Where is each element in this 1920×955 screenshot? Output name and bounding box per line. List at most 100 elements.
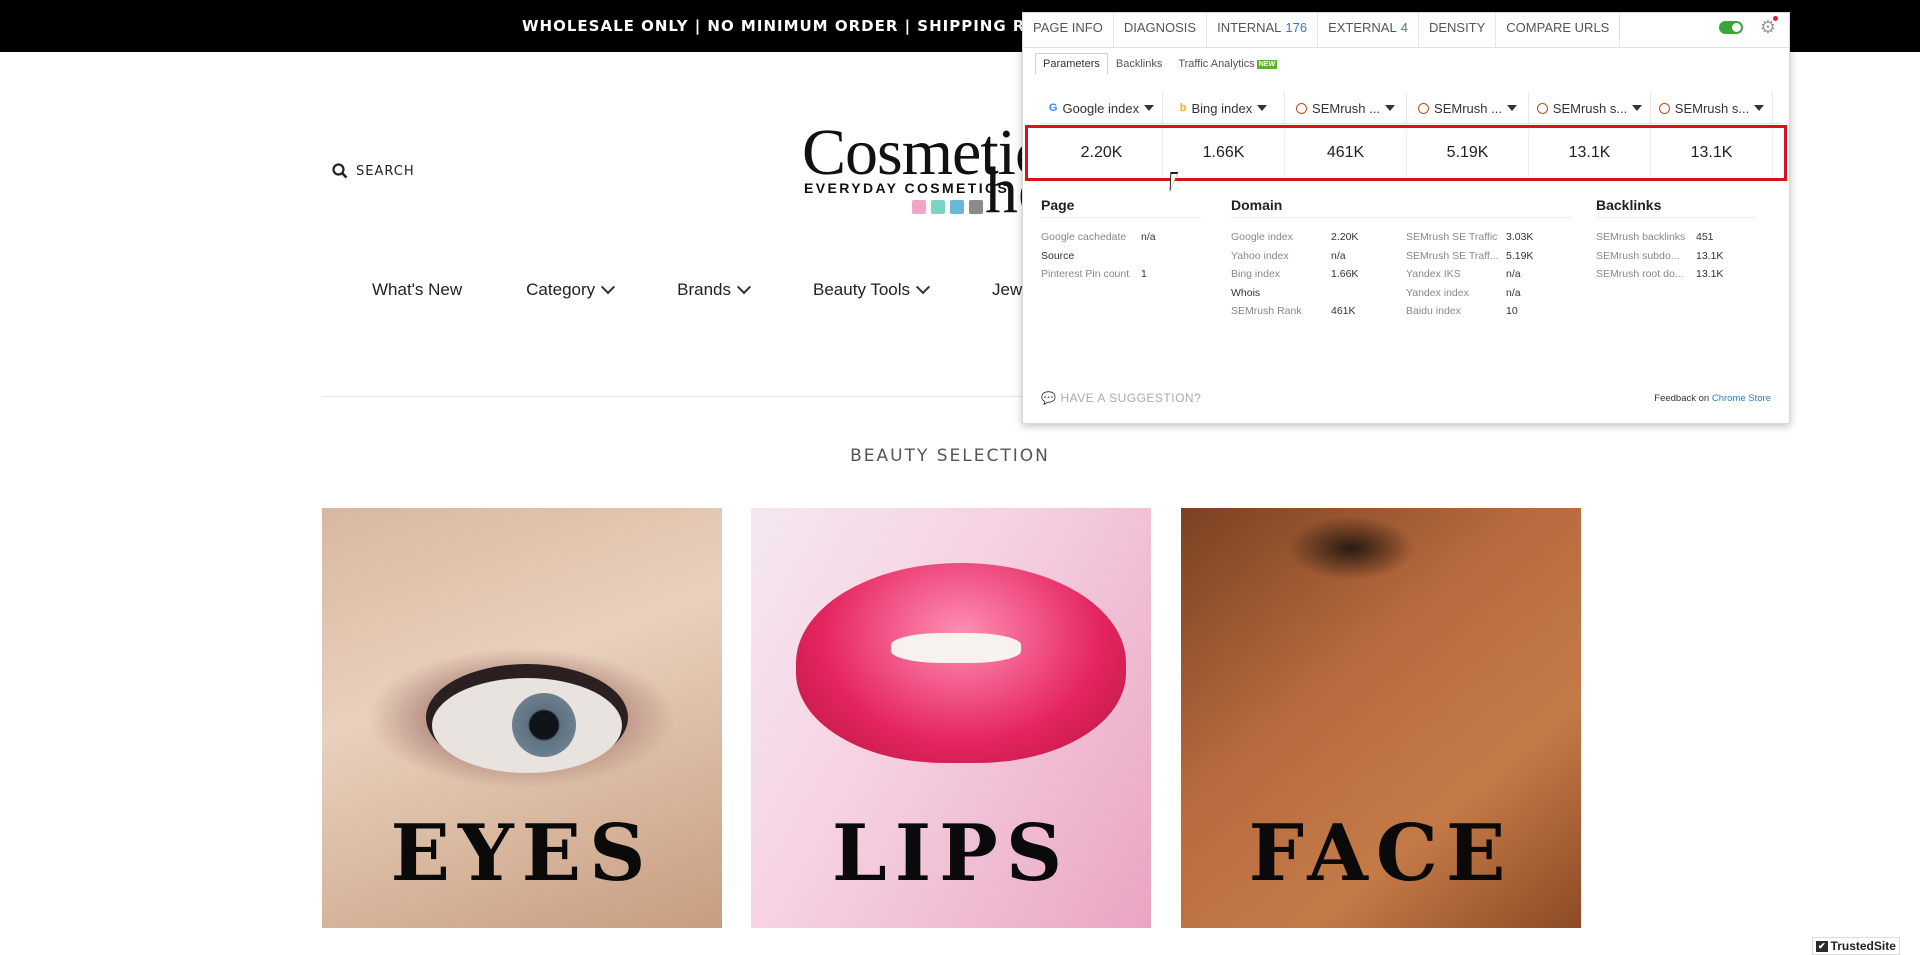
subtab-backlinks[interactable]: Backlinks [1108, 53, 1170, 75]
tab-label: INTERNAL [1217, 20, 1282, 35]
enable-toggle[interactable] [1719, 21, 1743, 34]
page-column-title: Page [1041, 197, 1201, 218]
info-value: n/a [1506, 268, 1521, 281]
tile-face[interactable]: FACE [1181, 508, 1581, 928]
tile-label-eyes: EYES [390, 808, 654, 899]
semrush-icon [1536, 102, 1548, 114]
tab-label: DENSITY [1428, 20, 1486, 35]
info-value: 3.03K [1506, 231, 1534, 244]
tab-label: COMPARE URLS [1506, 20, 1610, 35]
check-icon: ✔ [1816, 940, 1828, 952]
main-nav: What's New Category Brands Beauty Tools Jewe [372, 280, 1032, 300]
info-key: SEMrush backlinks [1596, 231, 1686, 244]
semrush-icon [1418, 102, 1430, 114]
google-icon: G [1048, 102, 1058, 114]
extension-tabs: PAGE INFO DIAGNOSIS INTERNAL 176 EXTERNAL 4 DE… [1023, 13, 1789, 48]
dropdown-arrow-icon [1754, 105, 1765, 111]
metric-header[interactable]: SEMrush ... [1285, 93, 1407, 123]
nav-item-category[interactable]: Category [526, 280, 616, 300]
metric-label: Google index [1062, 100, 1140, 116]
metric-value: 13.1K [1529, 129, 1651, 177]
backlinks-column: Backlinks SEMrush backlinks 451 SEMrush su… [1596, 197, 1756, 284]
info-value: n/a [1141, 231, 1156, 244]
bing-icon: b [1179, 102, 1187, 114]
suggestion-link[interactable]: 💬 HAVE A SUGGESTION? [1041, 391, 1201, 405]
tab-page-info[interactable]: PAGE INFO [1023, 13, 1114, 47]
new-badge: NEW [1256, 59, 1278, 69]
metric-headers: G Google index b Bing index SEMrush ... SEMru… [1041, 93, 1781, 124]
info-value: n/a [1331, 249, 1346, 262]
metric-label: SEMrush ... [1312, 100, 1380, 116]
tab-external[interactable]: EXTERNAL 4 [1318, 13, 1419, 47]
trusted-site-badge[interactable]: ✔ TrustedSite [1812, 937, 1900, 955]
nav-item-beauty-tools[interactable]: Beauty Tools [813, 280, 931, 300]
suggestion-label: HAVE A SUGGESTION? [1060, 391, 1202, 405]
lips-image [796, 563, 1126, 763]
tab-density[interactable]: DENSITY [1419, 13, 1497, 47]
iris-image [512, 693, 576, 757]
tile-lips[interactable]: LIPS [751, 508, 1151, 928]
info-row: SEMrush subdo... 13.1K [1596, 247, 1756, 266]
tab-internal[interactable]: INTERNAL 176 [1207, 13, 1319, 47]
dropdown-arrow-icon [1384, 105, 1395, 111]
info-key: SEMrush root do... [1596, 268, 1684, 281]
domain-column-title: Domain [1231, 197, 1571, 218]
nav-item-label: What's New [372, 280, 463, 299]
notification-dot [1773, 16, 1778, 21]
info-value: 10 [1506, 305, 1518, 318]
logo-swatch [950, 200, 964, 214]
search-icon [332, 163, 348, 179]
tab-compare-urls[interactable]: COMPARE URLS [1496, 13, 1621, 47]
metric-header[interactable]: SEMrush s... [1651, 93, 1773, 123]
teeth-image [891, 633, 1021, 663]
tile-eyes[interactable]: EYES [322, 508, 722, 928]
nav-item-brands[interactable]: Brands [677, 280, 752, 300]
semrush-icon [1296, 102, 1308, 114]
info-key[interactable]: Source [1041, 250, 1141, 262]
metric-value: 1.66K [1163, 129, 1285, 177]
tab-diagnosis[interactable]: DIAGNOSIS [1114, 13, 1208, 47]
info-key: Yandex index [1406, 286, 1469, 299]
info-row: Google index 2.20K [1231, 228, 1406, 247]
seo-extension-panel: PAGE INFO DIAGNOSIS INTERNAL 176 EXTERNAL 4 DE… [1022, 12, 1790, 424]
info-key: SEMrush SE Traff... [1406, 249, 1499, 262]
info-value: n/a [1506, 286, 1521, 299]
metric-label: SEMrush s... [1552, 100, 1628, 116]
metric-header[interactable]: G Google index [1041, 93, 1163, 123]
info-value: 1 [1141, 268, 1147, 281]
metric-header[interactable]: SEMrush s... [1529, 93, 1651, 123]
logo-swatch [912, 200, 926, 214]
info-row: SEMrush Rank 461K [1231, 302, 1406, 321]
subtab-traffic-analytics[interactable]: Traffic Analytics NEW [1170, 53, 1285, 75]
info-value: 13.1K [1696, 249, 1724, 262]
tile-label-face: FACE [1248, 808, 1514, 899]
chevron-down-icon [915, 280, 931, 295]
tab-label: PAGE INFO [1033, 20, 1103, 35]
metric-header[interactable]: b Bing index [1163, 93, 1285, 123]
info-key[interactable]: Whois [1231, 287, 1331, 299]
dropdown-arrow-icon [1506, 105, 1517, 111]
feedback-prefix: Feedback on [1654, 393, 1710, 404]
metric-value: 2.20K [1041, 129, 1163, 177]
nav-item-label: Category [526, 280, 596, 299]
page-column: Page Google cachedate n/a Source Pinterest … [1041, 197, 1201, 284]
tile-label-lips: LIPS [831, 808, 1071, 899]
metric-header[interactable]: SEMrush ... [1407, 93, 1529, 123]
chrome-store-link[interactable]: Chrome Store [1712, 393, 1771, 404]
search-label: SEARCH [356, 163, 415, 179]
metric-value: 461K [1285, 129, 1407, 177]
dropdown-arrow-icon [1632, 105, 1643, 111]
info-row: Pinterest Pin count 1 [1041, 265, 1201, 284]
subtab-parameters[interactable]: Parameters [1035, 53, 1108, 75]
info-row: SEMrush backlinks 451 [1596, 228, 1756, 247]
info-key: Google cachedate [1041, 231, 1127, 244]
dropdown-arrow-icon [1257, 105, 1268, 111]
site-logo[interactable]: Cosmetic he EVERYDAY COSMETICS [802, 118, 1028, 223]
info-key: Bing index [1231, 268, 1281, 281]
metric-value: 13.1K [1651, 129, 1773, 177]
info-row: Google cachedate n/a [1041, 228, 1201, 247]
info-key: SEMrush Rank [1231, 305, 1302, 318]
nav-item-what-s-new[interactable]: What's New [372, 280, 462, 300]
search-button[interactable]: SEARCH [332, 163, 415, 179]
info-row: SEMrush SE Traff... 5.19K [1406, 247, 1571, 266]
